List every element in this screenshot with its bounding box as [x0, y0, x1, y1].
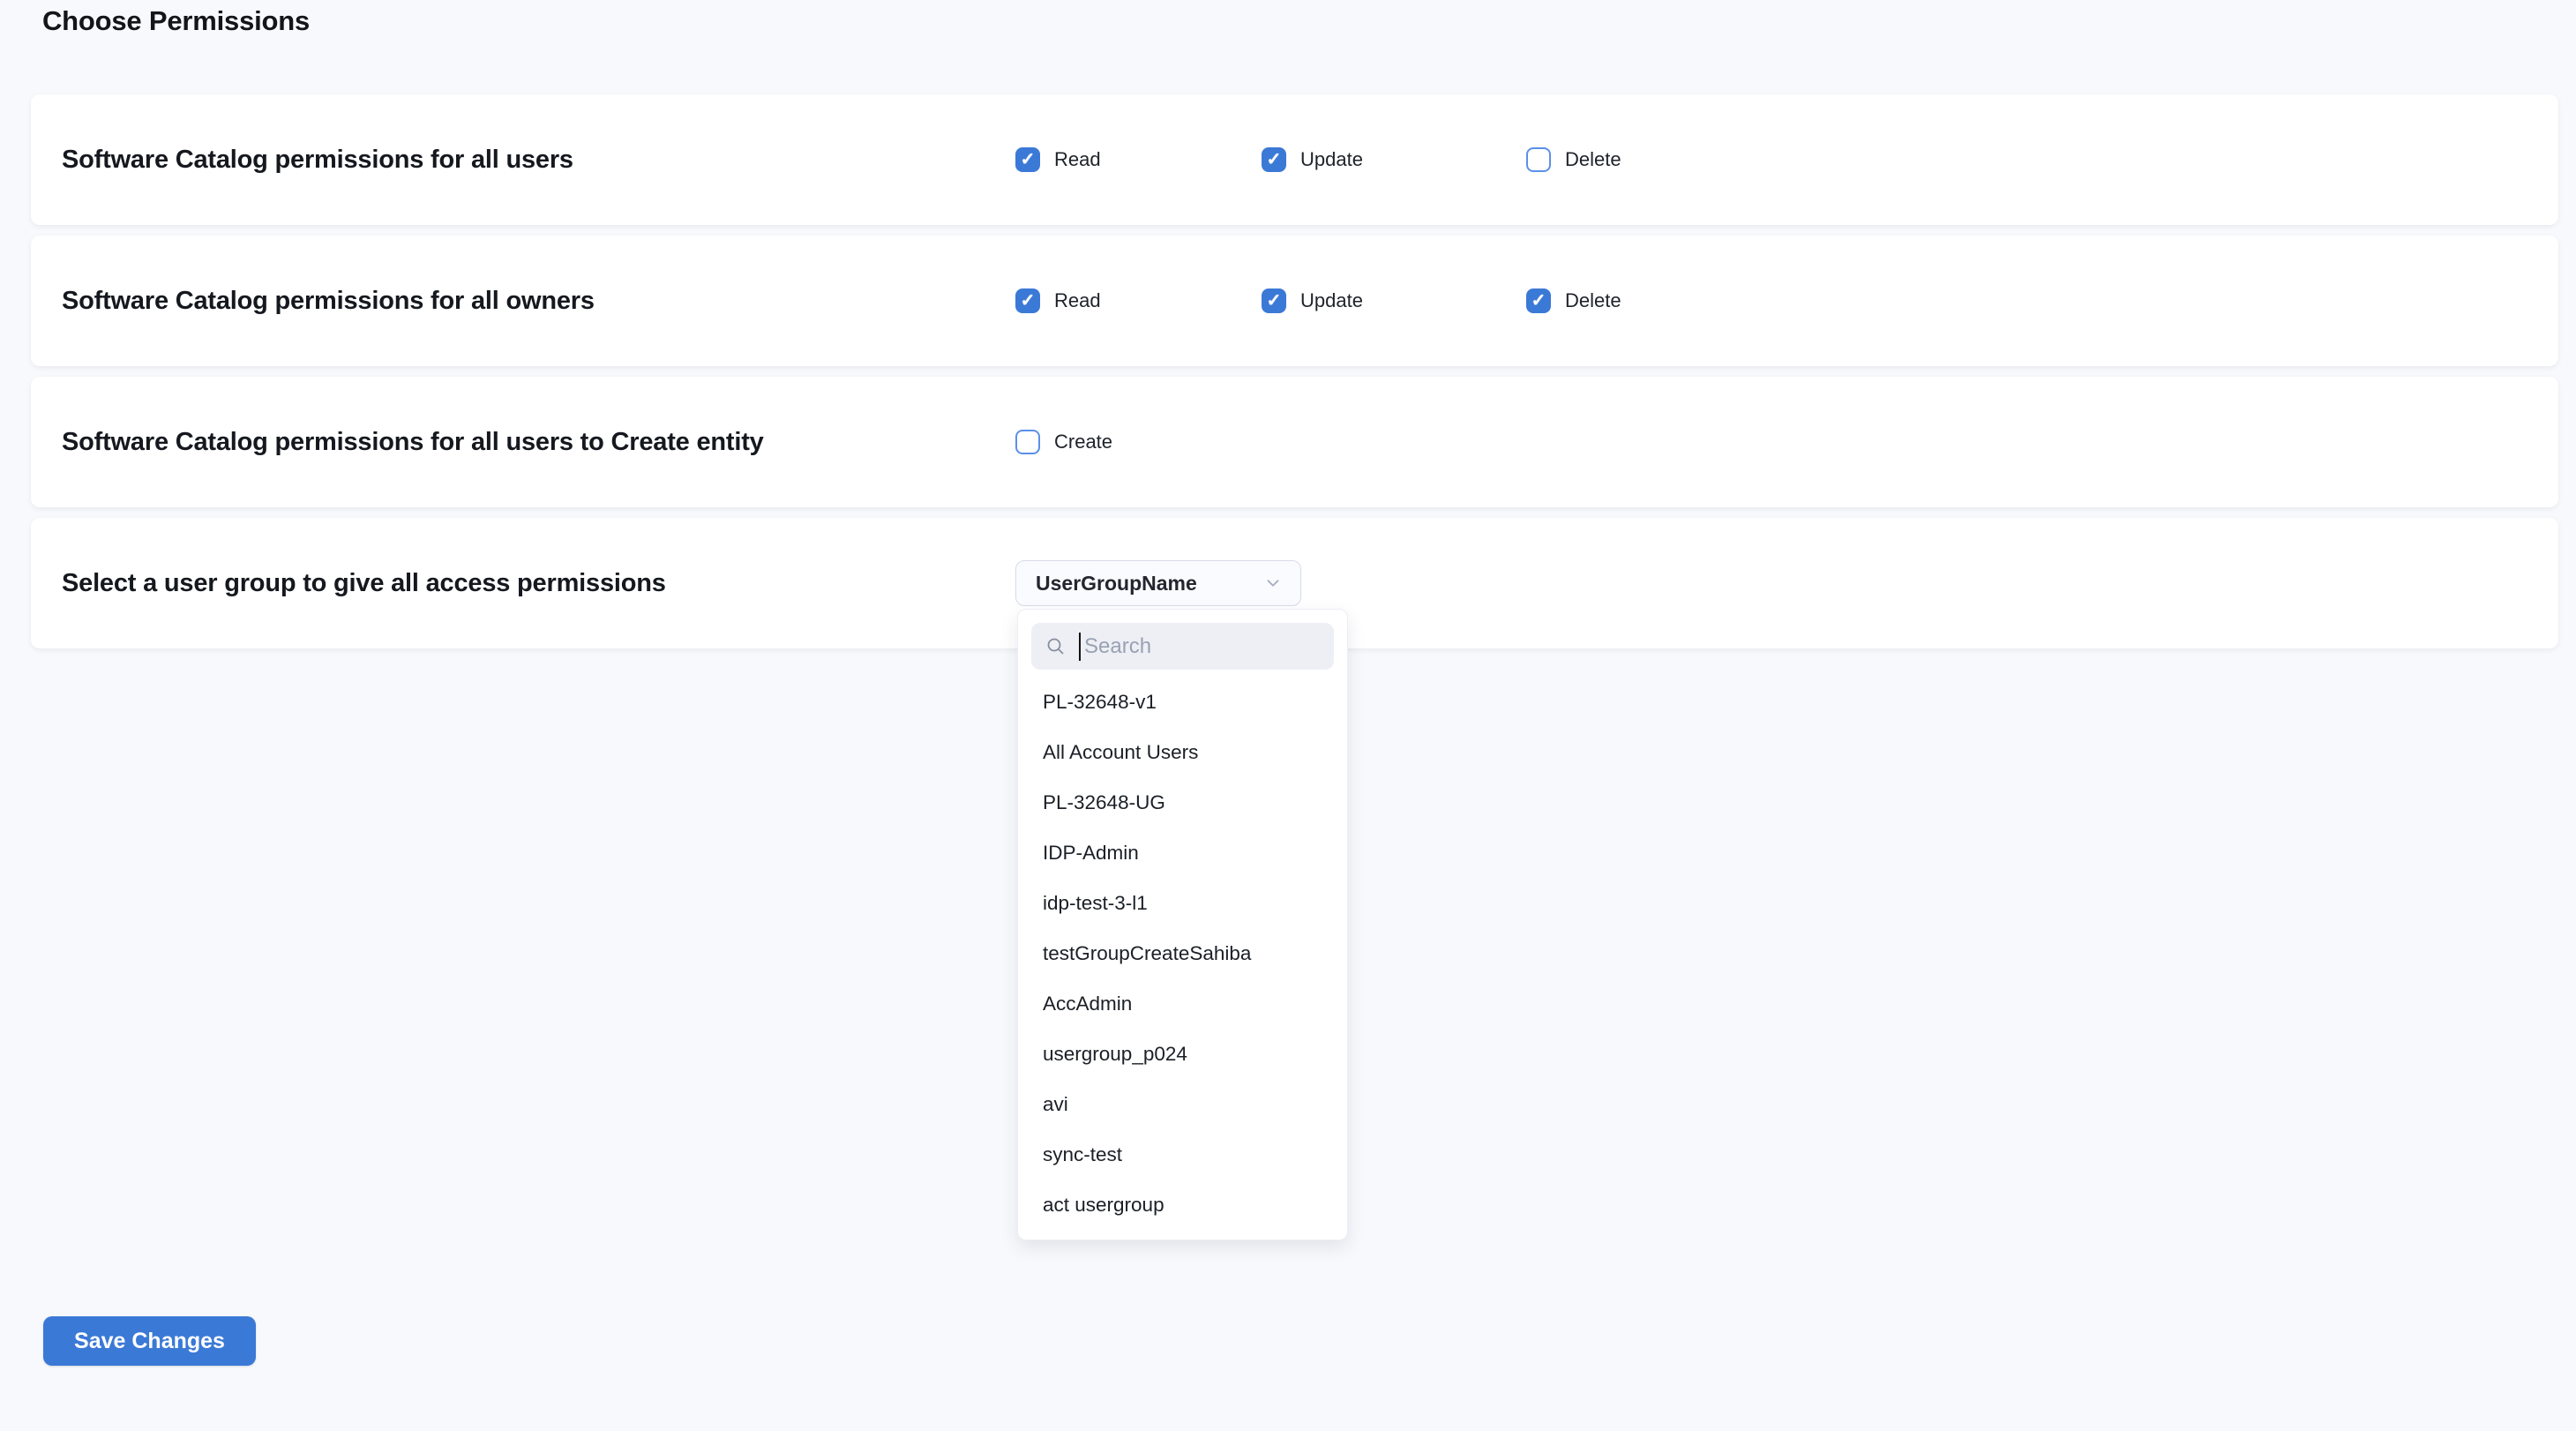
- create-checkbox[interactable]: [1015, 430, 1040, 454]
- update-checkbox[interactable]: [1262, 147, 1286, 172]
- user-group-option[interactable]: act usergroup: [1018, 1180, 1347, 1230]
- read-checkbox[interactable]: [1015, 288, 1040, 313]
- update-checkbox[interactable]: [1262, 288, 1286, 313]
- selected-user-group: UserGroupName: [1036, 572, 1197, 596]
- checkbox-row: Read Update Delete: [1015, 94, 2541, 225]
- delete-checkbox[interactable]: [1526, 147, 1551, 172]
- user-group-option[interactable]: avi: [1018, 1079, 1347, 1129]
- checkbox-group-delete[interactable]: Delete: [1526, 94, 1621, 225]
- user-group-option[interactable]: PL-32648-v1: [1018, 677, 1347, 727]
- read-checkbox[interactable]: [1015, 147, 1040, 172]
- user-group-select[interactable]: UserGroupName: [1015, 560, 1301, 606]
- user-group-option-list: PL-32648-v1 All Account Users PL-32648-U…: [1018, 677, 1347, 1230]
- delete-checkbox[interactable]: [1526, 288, 1551, 313]
- checkbox-group-create[interactable]: Create: [1015, 377, 1112, 507]
- card-title: Software Catalog permissions for all use…: [62, 377, 764, 507]
- page-title: Choose Permissions: [42, 5, 310, 37]
- card-title: Software Catalog permissions for all own…: [62, 236, 595, 366]
- checkbox-label: Delete: [1565, 148, 1621, 171]
- permissions-card-all-users: Software Catalog permissions for all use…: [31, 94, 2558, 225]
- save-changes-button[interactable]: Save Changes: [43, 1316, 256, 1366]
- checkbox-group-read[interactable]: Read: [1015, 94, 1101, 225]
- checkbox-group-update[interactable]: Update: [1262, 236, 1363, 366]
- checkbox-label: Read: [1054, 289, 1101, 312]
- group-search-input[interactable]: Search: [1031, 623, 1334, 670]
- search-placeholder: Search: [1084, 634, 1151, 659]
- user-group-option[interactable]: idp-test-3-l1: [1018, 878, 1347, 928]
- checkbox-label: Update: [1300, 148, 1363, 171]
- text-cursor: [1079, 633, 1081, 661]
- checkbox-group-read[interactable]: Read: [1015, 236, 1101, 366]
- search-icon: [1045, 636, 1067, 657]
- permissions-card-create-entity: Software Catalog permissions for all use…: [31, 377, 2558, 507]
- checkbox-group-update[interactable]: Update: [1262, 94, 1363, 225]
- checkbox-row: Create: [1015, 377, 2541, 507]
- checkbox-row: Read Update Delete: [1015, 236, 2541, 366]
- user-group-option[interactable]: All Account Users: [1018, 727, 1347, 777]
- checkbox-label: Update: [1300, 289, 1363, 312]
- user-group-option[interactable]: usergroup_p024: [1018, 1029, 1347, 1079]
- user-group-option[interactable]: IDP-Admin: [1018, 828, 1347, 878]
- user-group-dropdown-panel: Search PL-32648-v1 All Account Users PL-…: [1017, 609, 1348, 1240]
- chevron-down-icon: [1263, 573, 1283, 593]
- user-group-option[interactable]: AccAdmin: [1018, 978, 1347, 1029]
- card-title: Select a user group to give all access p…: [62, 518, 666, 648]
- permissions-card-all-owners: Software Catalog permissions for all own…: [31, 236, 2558, 366]
- user-group-option[interactable]: PL-32648-UG: [1018, 777, 1347, 828]
- user-group-option[interactable]: testGroupCreateSahiba: [1018, 928, 1347, 978]
- checkbox-label: Delete: [1565, 289, 1621, 312]
- card-title: Software Catalog permissions for all use…: [62, 94, 573, 225]
- user-group-option[interactable]: sync-test: [1018, 1129, 1347, 1180]
- checkbox-label: Read: [1054, 148, 1101, 171]
- checkbox-group-delete[interactable]: Delete: [1526, 236, 1621, 366]
- checkbox-label: Create: [1054, 431, 1112, 453]
